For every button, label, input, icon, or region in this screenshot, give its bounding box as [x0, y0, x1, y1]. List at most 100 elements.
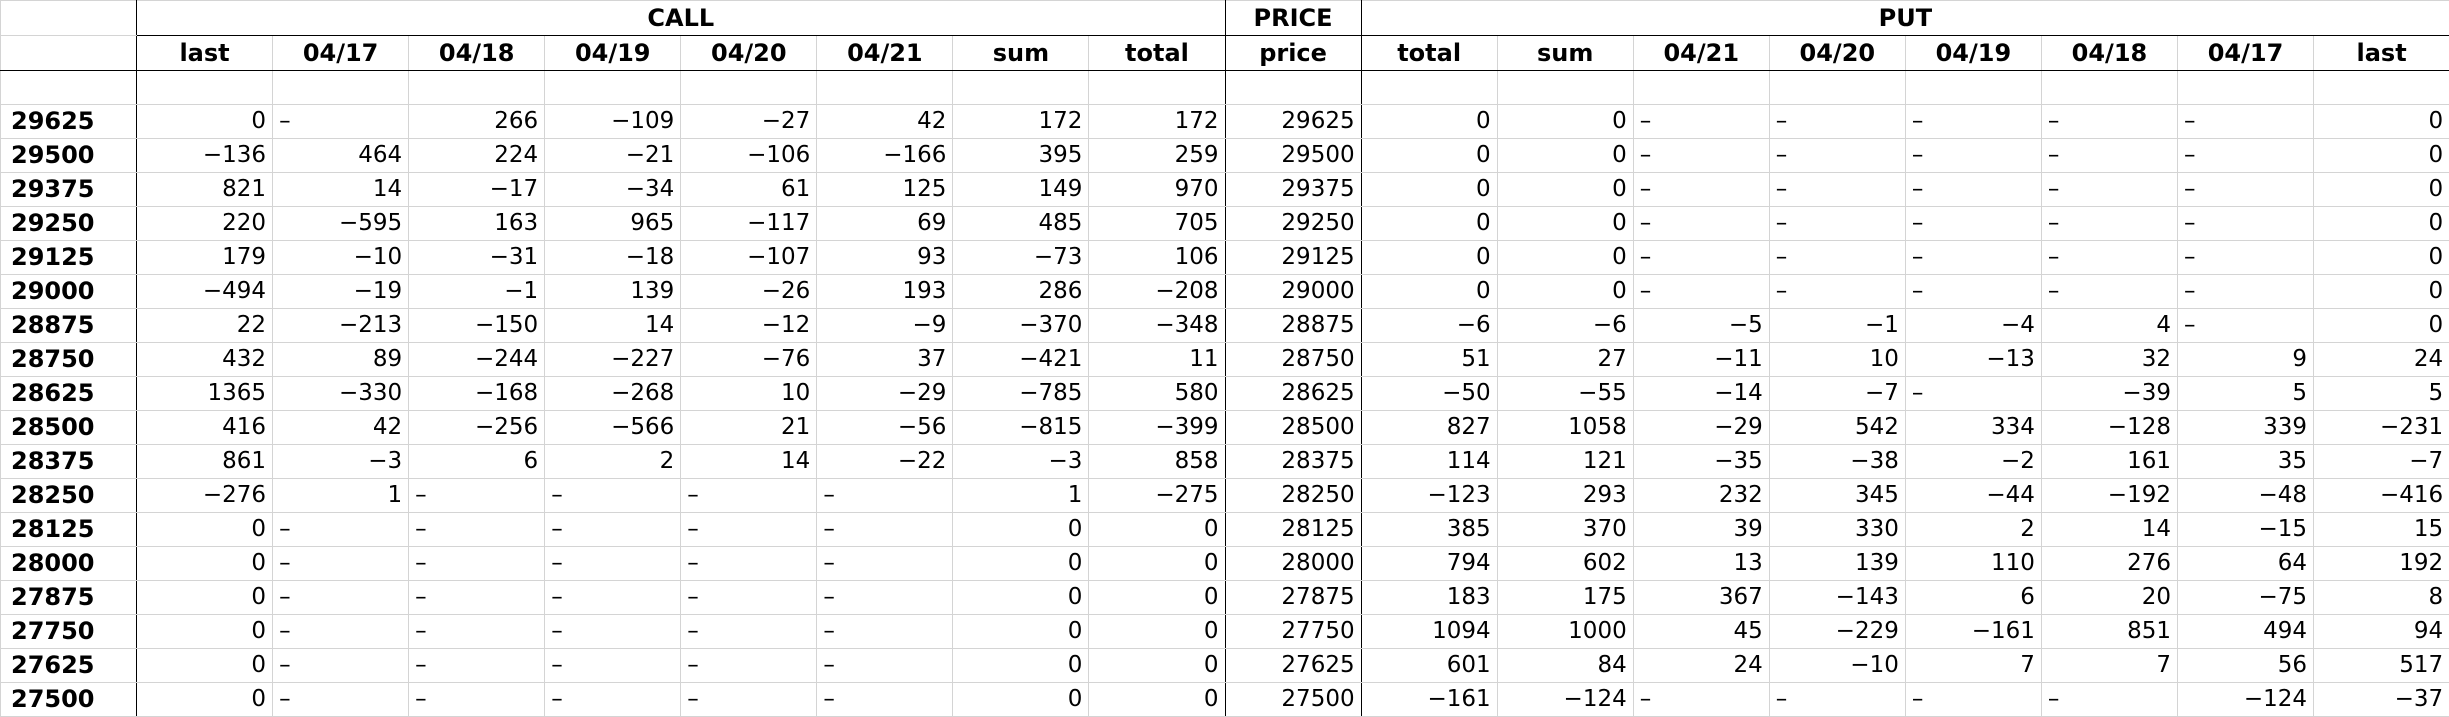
table-cell[interactable]: –	[1905, 377, 2041, 411]
table-cell[interactable]: –	[681, 513, 817, 547]
table-cell[interactable]: −136	[137, 139, 273, 173]
table-cell[interactable]: –	[2177, 275, 2313, 309]
table-cell[interactable]: 1094	[1361, 615, 1497, 649]
table-cell[interactable]: 339	[2177, 411, 2313, 445]
table-cell[interactable]: –	[681, 479, 817, 513]
table-cell[interactable]: 11	[1089, 343, 1225, 377]
table-cell[interactable]: –	[2041, 105, 2177, 139]
table-cell[interactable]: 13	[1633, 547, 1769, 581]
table-cell[interactable]: –	[1769, 139, 1905, 173]
column-header[interactable]: 04/21	[1633, 36, 1769, 71]
table-cell[interactable]: 106	[1089, 241, 1225, 275]
table-cell[interactable]: 149	[953, 173, 1089, 207]
table-cell[interactable]: 580	[1089, 377, 1225, 411]
price-cell[interactable]: 29375	[1225, 173, 1361, 207]
table-cell[interactable]: –	[1769, 683, 1905, 717]
price-cell[interactable]: 29125	[1225, 241, 1361, 275]
table-cell[interactable]: 125	[817, 173, 953, 207]
table-cell[interactable]: 851	[2041, 615, 2177, 649]
price-cell[interactable]: 27750	[1225, 615, 1361, 649]
table-cell[interactable]: 1000	[1497, 615, 1633, 649]
table-cell[interactable]: −566	[545, 411, 681, 445]
table-cell[interactable]: −13	[1905, 343, 2041, 377]
table-cell[interactable]: 224	[409, 139, 545, 173]
table-cell[interactable]: 1	[953, 479, 1089, 513]
table-cell[interactable]: −421	[953, 343, 1089, 377]
table-cell[interactable]: 172	[1089, 105, 1225, 139]
table-cell[interactable]: –	[545, 615, 681, 649]
table-cell[interactable]: −39	[2041, 377, 2177, 411]
empty-cell[interactable]	[1, 71, 137, 105]
table-cell[interactable]: −208	[1089, 275, 1225, 309]
corner-cell[interactable]	[1, 1, 137, 36]
table-cell[interactable]: 259	[1089, 139, 1225, 173]
table-cell[interactable]: −4	[1905, 309, 2041, 343]
column-header[interactable]: 04/17	[273, 36, 409, 71]
strike-label[interactable]: 29375	[1, 173, 137, 207]
table-cell[interactable]: 858	[1089, 445, 1225, 479]
table-cell[interactable]: –	[1633, 173, 1769, 207]
column-header[interactable]: 04/19	[545, 36, 681, 71]
column-header[interactable]: 04/18	[409, 36, 545, 71]
table-cell[interactable]: 14	[545, 309, 681, 343]
table-cell[interactable]: −109	[545, 105, 681, 139]
table-cell[interactable]: 2	[545, 445, 681, 479]
empty-cell[interactable]	[409, 71, 545, 105]
table-cell[interactable]: −275	[1089, 479, 1225, 513]
column-header[interactable]: sum	[953, 36, 1089, 71]
table-cell[interactable]: 5	[2177, 377, 2313, 411]
strike-label[interactable]: 27750	[1, 615, 137, 649]
table-cell[interactable]: −55	[1497, 377, 1633, 411]
table-cell[interactable]: 93	[817, 241, 953, 275]
table-cell[interactable]: –	[1769, 241, 1905, 275]
table-cell[interactable]: −19	[273, 275, 409, 309]
table-cell[interactable]: −143	[1769, 581, 1905, 615]
table-cell[interactable]: –	[409, 581, 545, 615]
table-cell[interactable]: 139	[545, 275, 681, 309]
column-header[interactable]: last	[2314, 36, 2449, 71]
table-cell[interactable]: –	[409, 615, 545, 649]
table-cell[interactable]: 24	[2314, 343, 2449, 377]
table-cell[interactable]: −416	[2314, 479, 2449, 513]
column-header[interactable]: total	[1361, 36, 1497, 71]
table-cell[interactable]: 0	[953, 615, 1089, 649]
table-cell[interactable]: −9	[817, 309, 953, 343]
empty-cell[interactable]	[273, 71, 409, 105]
table-cell[interactable]: –	[273, 547, 409, 581]
table-cell[interactable]: 276	[2041, 547, 2177, 581]
column-header[interactable]: 04/20	[1769, 36, 1905, 71]
table-cell[interactable]: 542	[1769, 411, 1905, 445]
table-cell[interactable]: 0	[1361, 139, 1497, 173]
table-cell[interactable]: 10	[1769, 343, 1905, 377]
table-cell[interactable]: 293	[1497, 479, 1633, 513]
table-cell[interactable]: −7	[2314, 445, 2449, 479]
table-cell[interactable]: 14	[273, 173, 409, 207]
empty-cell[interactable]	[681, 71, 817, 105]
table-cell[interactable]: 0	[2314, 207, 2449, 241]
price-cell[interactable]: 27625	[1225, 649, 1361, 683]
strike-label[interactable]: 27625	[1, 649, 137, 683]
table-cell[interactable]: 0	[137, 683, 273, 717]
table-cell[interactable]: −73	[953, 241, 1089, 275]
table-cell[interactable]: −494	[137, 275, 273, 309]
table-cell[interactable]: −29	[1633, 411, 1769, 445]
table-cell[interactable]: 22	[137, 309, 273, 343]
table-cell[interactable]: 2	[1905, 513, 2041, 547]
table-cell[interactable]: 602	[1497, 547, 1633, 581]
table-cell[interactable]: −6	[1497, 309, 1633, 343]
column-header[interactable]: total	[1089, 36, 1225, 71]
table-cell[interactable]: −75	[2177, 581, 2313, 615]
table-cell[interactable]: −161	[1905, 615, 2041, 649]
table-cell[interactable]: −168	[409, 377, 545, 411]
table-cell[interactable]: –	[1769, 207, 1905, 241]
table-cell[interactable]: −31	[409, 241, 545, 275]
table-cell[interactable]: –	[409, 547, 545, 581]
table-cell[interactable]: 37	[817, 343, 953, 377]
strike-label[interactable]: 29250	[1, 207, 137, 241]
table-cell[interactable]: 0	[2314, 275, 2449, 309]
table-cell[interactable]: 45	[1633, 615, 1769, 649]
table-cell[interactable]: 8	[2314, 581, 2449, 615]
table-cell[interactable]: 970	[1089, 173, 1225, 207]
column-header[interactable]: 04/18	[2041, 36, 2177, 71]
table-cell[interactable]: 330	[1769, 513, 1905, 547]
